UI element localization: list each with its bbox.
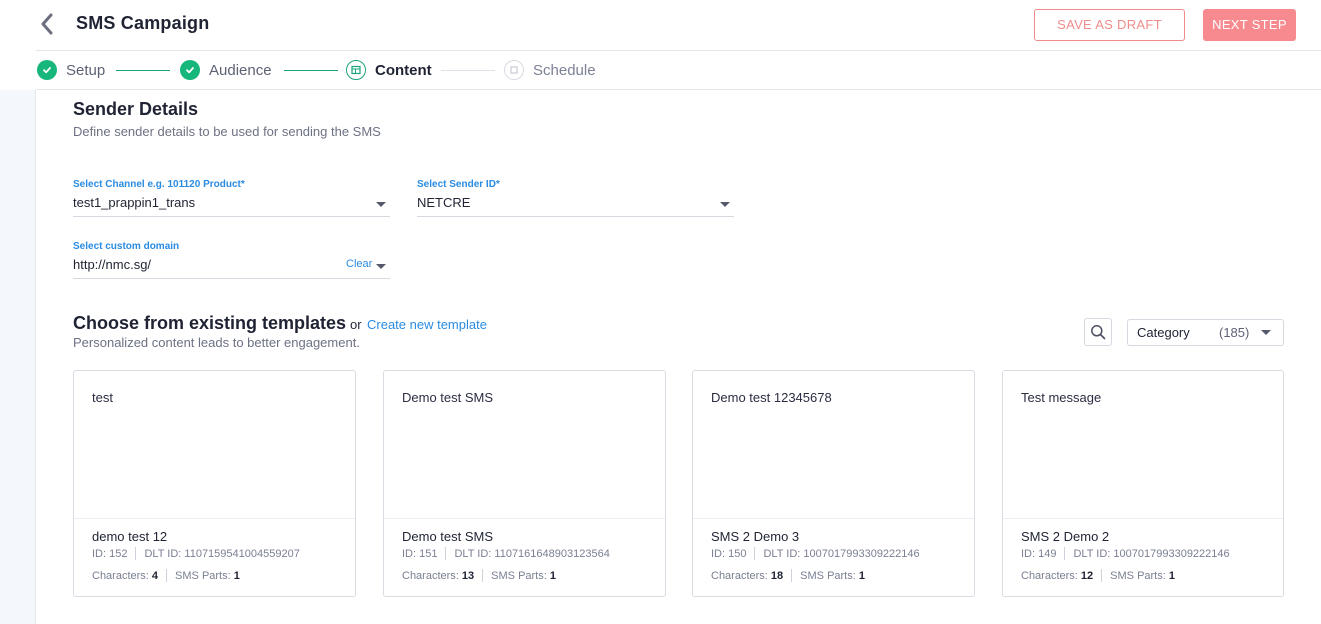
template-card[interactable]: Demo test SMS Demo test SMS ID: 151 DLT I…	[383, 370, 666, 597]
content-icon	[346, 60, 366, 80]
card-divider	[384, 518, 665, 519]
step-connector	[116, 70, 170, 71]
channel-label: Select Channel e.g. 101120 Product*	[73, 179, 245, 190]
characters-label: Characters:	[711, 569, 768, 582]
save-as-draft-button[interactable]: SAVE AS DRAFT	[1034, 9, 1185, 41]
category-count: (185)	[1219, 325, 1250, 340]
sender-details-title: Sender Details	[73, 99, 199, 119]
template-dlt-id: DLT ID: 1107161648903123564	[454, 547, 610, 560]
characters-label: Characters:	[402, 569, 459, 582]
channel-select[interactable]: test1_prappin1_trans	[73, 192, 390, 217]
template-stats: Characters: 13 SMS Parts: 1	[402, 569, 556, 582]
sms-parts-count: 1	[549, 569, 556, 582]
step-label: Audience	[209, 61, 272, 79]
check-icon	[180, 60, 200, 80]
step-audience[interactable]: Audience	[180, 60, 272, 80]
category-label: Category	[1137, 325, 1190, 340]
stepper-divider	[36, 89, 1321, 90]
step-connector	[441, 70, 495, 71]
step-label: Setup	[66, 61, 106, 79]
template-name: SMS 2 Demo 2	[1021, 529, 1110, 544]
check-icon	[37, 60, 57, 80]
step-setup[interactable]: Setup	[37, 60, 105, 80]
template-card[interactable]: Demo test 12345678 SMS 2 Demo 3 ID: 150 D…	[692, 370, 975, 597]
templates-or-text: or	[350, 317, 362, 332]
template-ids: ID: 152 DLT ID: 1107159541004559207	[92, 547, 300, 560]
template-stats: Characters: 4 SMS Parts: 1	[92, 569, 240, 582]
templates-subtitle: Personalized content leads to better eng…	[73, 335, 360, 350]
template-id: ID: 150	[711, 547, 747, 560]
step-label: Content	[375, 61, 432, 79]
create-new-template-link[interactable]: Create new template	[367, 317, 487, 332]
template-message: Demo test 12345678	[711, 390, 832, 405]
template-id: ID: 151	[402, 547, 438, 560]
sender-id-label: Select Sender ID*	[417, 179, 500, 190]
template-name: SMS 2 Demo 3	[711, 529, 800, 544]
sms-parts-label: SMS Parts:	[175, 569, 231, 582]
channel-value: test1_prappin1_trans	[73, 195, 196, 210]
template-search-button[interactable]	[1084, 318, 1112, 346]
back-chevron-left-icon[interactable]	[36, 11, 58, 37]
card-divider	[1003, 518, 1283, 519]
templates-title: Choose from existing templates	[73, 313, 347, 333]
template-card[interactable]: test demo test 12 ID: 152 DLT ID: 1107159…	[73, 370, 356, 597]
template-ids: ID: 149 DLT ID: 1007017993309222146	[1021, 547, 1230, 560]
custom-domain-select[interactable]: http://nmc.sg/ Clear	[73, 254, 390, 279]
template-message: Test message	[1021, 390, 1102, 405]
sms-parts-label: SMS Parts:	[800, 569, 856, 582]
characters-count: 13	[461, 569, 475, 582]
domain-label: Select custom domain	[73, 241, 180, 252]
template-message: test	[92, 390, 113, 405]
caret-down-icon	[376, 202, 386, 207]
sms-parts-count: 1	[1168, 569, 1175, 582]
top-bar: SMS Campaign SAVE AS DRAFT NEXT STEP	[0, 0, 1321, 50]
characters-count: 12	[1080, 569, 1094, 582]
domain-value: http://nmc.sg/	[73, 257, 152, 272]
template-id: ID: 152	[92, 547, 128, 560]
characters-count: 4	[151, 569, 159, 582]
schedule-icon	[504, 60, 524, 80]
characters-count: 18	[770, 569, 784, 582]
template-name: Demo test SMS	[402, 529, 494, 544]
template-dlt-id: DLT ID: 1107159541004559207	[144, 547, 300, 560]
step-label: Schedule	[533, 61, 596, 79]
step-schedule[interactable]: Schedule	[504, 60, 596, 80]
clear-domain-link[interactable]: Clear	[346, 258, 372, 270]
sms-parts-count: 1	[858, 569, 865, 582]
page-title: SMS Campaign	[76, 13, 210, 33]
characters-label: Characters:	[1021, 569, 1078, 582]
template-stats: Characters: 12 SMS Parts: 1	[1021, 569, 1175, 582]
sms-parts-label: SMS Parts:	[491, 569, 547, 582]
step-progress: Setup Audience Content Schedule	[0, 51, 1321, 89]
template-dlt-id: DLT ID: 1007017993309222146	[1073, 547, 1230, 560]
sms-parts-count: 1	[233, 569, 240, 582]
sender-id-select[interactable]: NETCRE	[417, 192, 734, 217]
template-ids: ID: 151 DLT ID: 1107161648903123564	[402, 547, 610, 560]
category-select[interactable]: Category (185)	[1127, 319, 1284, 346]
caret-down-icon	[720, 202, 730, 207]
caret-down-icon	[1261, 330, 1271, 335]
template-id: ID: 149	[1021, 547, 1057, 560]
sender-details-subtitle: Define sender details to be used for sen…	[73, 124, 381, 139]
search-icon	[1091, 325, 1106, 340]
template-ids: ID: 150 DLT ID: 1007017993309222146	[711, 547, 920, 560]
step-connector	[284, 70, 338, 71]
next-step-button[interactable]: NEXT STEP	[1203, 9, 1296, 41]
sender-id-value: NETCRE	[417, 195, 471, 210]
template-message: Demo test SMS	[402, 390, 494, 405]
card-divider	[74, 518, 355, 519]
sms-parts-label: SMS Parts:	[1110, 569, 1166, 582]
card-divider	[693, 518, 974, 519]
step-content[interactable]: Content	[346, 60, 432, 80]
caret-down-icon	[376, 264, 386, 269]
template-card[interactable]: Test message SMS 2 Demo 2 ID: 149 DLT ID:…	[1002, 370, 1284, 597]
template-stats: Characters: 18 SMS Parts: 1	[711, 569, 865, 582]
characters-label: Characters:	[92, 569, 149, 582]
template-name: demo test 12	[92, 529, 168, 544]
left-rail	[0, 90, 36, 624]
template-dlt-id: DLT ID: 1007017993309222146	[763, 547, 920, 560]
